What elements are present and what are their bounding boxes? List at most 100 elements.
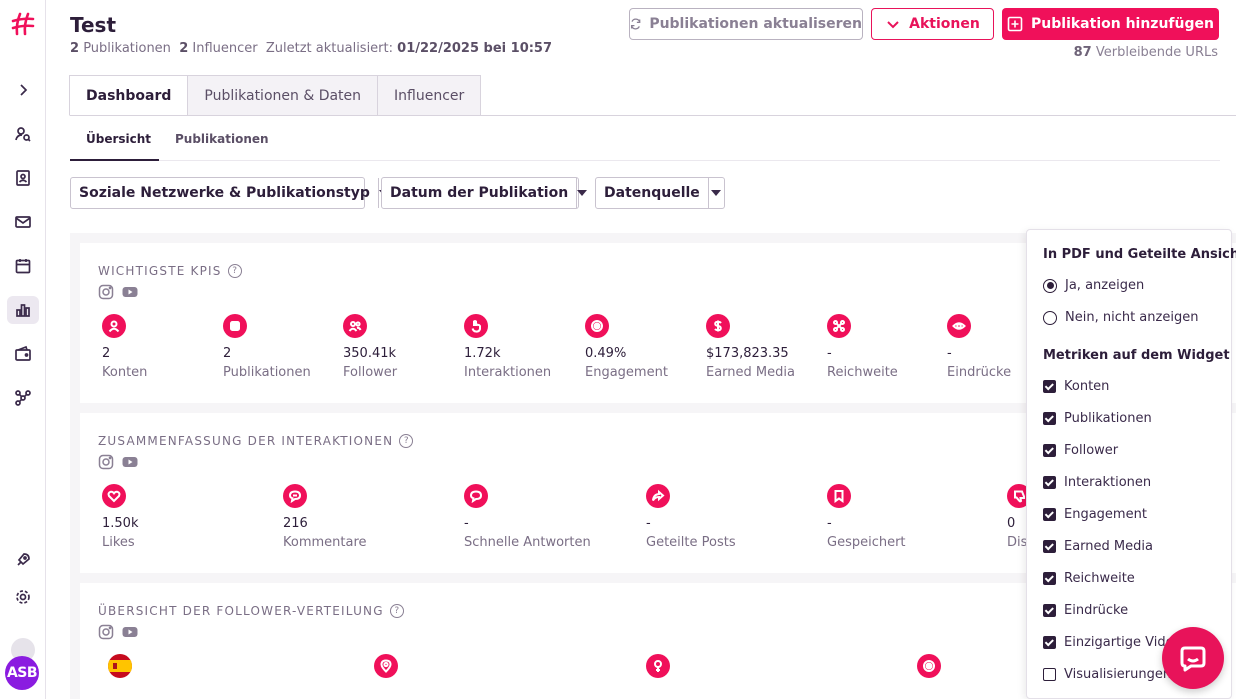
plus-square-icon <box>1007 16 1023 32</box>
checkbox-checked-icon[interactable] <box>1043 540 1056 553</box>
brand-logo-icon[interactable] <box>9 10 37 38</box>
metric-checkbox-accounts[interactable]: Konten <box>1043 379 1109 394</box>
help-icon[interactable]: ? <box>227 264 242 278</box>
bookmark-icon <box>827 484 851 508</box>
add-publication-button[interactable]: Publikation hinzufügen <box>1002 8 1219 40</box>
tab-influencer[interactable]: Influencer <box>377 75 482 116</box>
interaction-likes: 1.50k Likes <box>102 484 222 550</box>
checkbox-checked-icon[interactable] <box>1043 380 1056 393</box>
filter-network-type-label: Soziale Netzwerke & Publikationstyp <box>79 185 370 201</box>
tabs-divider <box>70 115 1236 116</box>
influencer-count: 2 <box>179 41 189 56</box>
kpi-earned-media: $173,823.35 Earned Media <box>706 314 826 380</box>
filter-publication-date[interactable]: Datum der Publikation <box>381 177 588 209</box>
calendar-icon[interactable] <box>7 252 39 280</box>
user-search-icon[interactable] <box>7 120 39 148</box>
interaction-quick-replies: - Schnelle Antworten <box>464 484 614 550</box>
subtab-active-indicator <box>70 159 159 161</box>
kpi-label: Konten <box>102 365 148 380</box>
caret-down-icon <box>576 178 588 208</box>
interaction-label: Geteilte Posts <box>646 535 736 550</box>
spain-flag-icon <box>108 654 132 678</box>
checkbox-checked-icon[interactable] <box>1043 572 1056 585</box>
platform-icons <box>98 454 138 470</box>
metric-checkbox-followers[interactable]: Follower <box>1043 443 1118 458</box>
rocket-icon[interactable] <box>7 546 39 574</box>
sidebar: ASB <box>0 0 46 699</box>
chevron-down-icon <box>887 21 899 29</box>
checkbox-checked-icon[interactable] <box>1043 508 1056 521</box>
subtab-overview[interactable]: Übersicht <box>86 132 151 146</box>
analytics-icon[interactable] <box>7 296 39 324</box>
kpi-label: Follower <box>343 365 398 380</box>
main-tabs: Dashboard Publikationen & Daten Influenc… <box>69 75 482 116</box>
filter-data-source[interactable]: Datenquelle <box>595 177 725 209</box>
settings-gear-icon[interactable] <box>7 583 39 611</box>
filter-publication-date-label: Datum der Publikation <box>390 185 569 201</box>
kpi-label: Reichweite <box>827 365 898 380</box>
youtube-icon <box>122 627 138 637</box>
metric-checkbox-engagement[interactable]: Engagement <box>1043 507 1147 522</box>
metric-checkbox-impressions[interactable]: Eindrücke <box>1043 603 1128 618</box>
filter-network-type[interactable]: Soziale Netzwerke & Publikationstyp <box>70 177 389 209</box>
checkbox-checked-icon[interactable] <box>1043 636 1056 649</box>
kpi-label: Interaktionen <box>464 365 552 380</box>
interactions-card-title: ZUSAMMENFASSUNG DER INTERAKTIONEN <box>98 434 394 448</box>
youtube-icon <box>122 287 138 297</box>
expand-sidebar-icon[interactable] <box>7 76 39 104</box>
user-icon <box>102 314 126 338</box>
checkbox-checked-icon[interactable] <box>1043 444 1056 457</box>
subtab-publications[interactable]: Publikationen <box>175 132 269 146</box>
metric-checkbox-label: Eindrücke <box>1064 603 1129 618</box>
actions-button[interactable]: Aktionen <box>871 8 994 40</box>
subtabs-divider <box>70 160 1220 161</box>
support-chat-button[interactable] <box>1162 627 1224 689</box>
radio-unselected-icon[interactable] <box>1043 310 1057 325</box>
publication-icon <box>223 314 247 338</box>
checkbox-checked-icon[interactable] <box>1043 476 1056 489</box>
radio-selected-icon[interactable] <box>1043 278 1057 293</box>
comment-icon <box>283 484 307 508</box>
option-show-yes[interactable]: Ja, anzeigen <box>1043 278 1144 293</box>
checkbox-unchecked-icon[interactable] <box>1043 668 1056 681</box>
heart-icon <box>102 484 126 508</box>
kpi-publications: 2 Publikationen <box>223 314 343 380</box>
metric-checkbox-interactions[interactable]: Interaktionen <box>1043 475 1151 490</box>
interaction-label: Gespeichert <box>827 535 906 550</box>
wallet-icon[interactable] <box>7 340 39 368</box>
mail-icon[interactable] <box>7 208 39 236</box>
option-show-no[interactable]: Nein, nicht anzeigen <box>1043 310 1198 325</box>
checkbox-checked-icon[interactable] <box>1043 604 1056 617</box>
metrics-heading: Metriken auf dem Widget <box>1043 348 1230 363</box>
help-icon[interactable]: ? <box>399 434 414 448</box>
metric-checkbox-publications[interactable]: Publikationen <box>1043 411 1152 426</box>
integrations-icon[interactable] <box>7 384 39 412</box>
user-avatar[interactable]: ASB <box>5 656 39 690</box>
project-meta: 2 Publikationen 2 Influencer Zuletzt akt… <box>70 41 552 56</box>
location-pin-icon <box>374 654 398 678</box>
updated-value: 01/22/2025 bei 10:57 <box>397 41 553 56</box>
metric-checkbox-visualizations[interactable]: Visualisierungen <box>1043 667 1171 682</box>
pdf-view-heading: In PDF und Geteilte Ansicht <box>1043 247 1236 262</box>
tab-dashboard[interactable]: Dashboard <box>69 75 189 116</box>
instagram-icon <box>98 284 114 300</box>
metric-checkbox-unique-video[interactable]: Einzigartige Video <box>1043 635 1182 650</box>
checkbox-checked-icon[interactable] <box>1043 412 1056 425</box>
add-publication-label: Publikation hinzufügen <box>1031 16 1214 32</box>
youtube-icon <box>122 457 138 467</box>
tab-publications-data[interactable]: Publikationen & Daten <box>187 75 379 116</box>
metric-checkbox-earned-media[interactable]: Earned Media <box>1043 539 1153 554</box>
remaining-label: Verbleibende URLs <box>1095 45 1218 60</box>
contacts-icon[interactable] <box>7 164 39 192</box>
updated-label: Zuletzt aktualisiert: <box>265 41 394 56</box>
follower-distribution-title: ÜBERSICHT DER FOLLOWER-VERTEILUNG <box>98 604 384 618</box>
metric-checkbox-label: Interaktionen <box>1064 475 1152 490</box>
instagram-icon <box>98 454 114 470</box>
refresh-publications-button[interactable]: Publikationen aktualiseren <box>629 8 863 40</box>
metric-checkbox-label: Publikationen <box>1064 411 1152 426</box>
metric-checkbox-reach[interactable]: Reichweite <box>1043 571 1135 586</box>
help-icon[interactable]: ? <box>389 604 404 618</box>
metric-checkbox-label: Visualisierungen <box>1064 667 1172 682</box>
kpi-interactions: 1.72k Interaktionen <box>464 314 584 380</box>
platform-icons <box>98 624 138 640</box>
